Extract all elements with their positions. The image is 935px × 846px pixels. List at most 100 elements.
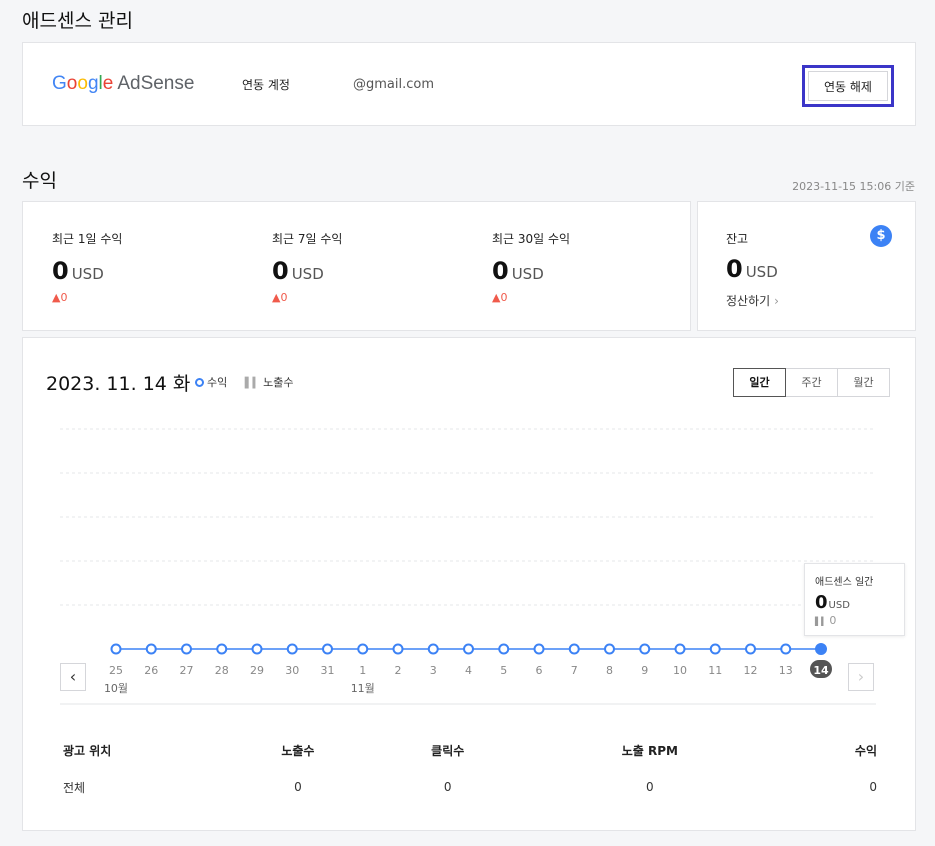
google-adsense-logo: Google AdSense [52,73,195,94]
revenue-point [639,643,651,655]
x-tick-label: 4 [465,664,472,677]
month-label: 11월 [351,682,375,695]
x-tick-label: 13 [779,664,793,677]
revenue-1day-delta: 0 [60,291,68,304]
cell-impressions: 0 [294,780,302,794]
revenue-7day-label: 최근 7일 수익 [272,232,343,246]
revenue-point [604,643,615,655]
x-tick-label: 26 [144,664,158,677]
x-tick-label: 29 [250,664,264,677]
chevron-right-icon: › [774,294,779,308]
as-of-timestamp: 2023-11-15 15:06 기준 [792,180,915,193]
unlink-button[interactable]: 연동 해제 [808,71,888,101]
col-ad-position: 광고 위치 [63,743,112,758]
table-header-row: 광고 위치 노출수 클릭수 노출 RPM 수익 [63,732,877,768]
revenue-summary-card: 최근 1일 수익 0 USD ▲0 최근 7일 수익 0 USD ▲0 최근 30일… [22,201,691,331]
revenue-point [322,643,333,655]
col-impressions: 노출수 [281,743,315,758]
revenue-point [815,643,827,655]
month-label: 10월 [104,682,128,695]
revenue-section-title: 수익 [22,170,57,192]
x-tick-label: 14 [813,664,829,677]
x-tick-label: 10 [673,664,687,677]
revenue-point [392,643,404,655]
revenue-7day-unit: USD [291,265,324,283]
revenue-point [463,643,474,655]
revenue-30day-unit: USD [511,265,544,283]
revenue-point [568,643,580,655]
balance-label: 잔고 [726,232,749,246]
revenue-point [181,643,192,655]
revenue-point [780,643,792,655]
revenue-point [251,643,263,655]
chevron-right-icon: › [857,667,865,686]
bar-chart-icon: ▌▍ [815,617,828,626]
x-tick-label: 3 [430,664,437,677]
tooltip-value: 0 [815,592,828,613]
x-tick-label: 2 [395,664,402,677]
x-tick-label: 9 [641,664,648,677]
x-tick-label: 8 [606,664,613,677]
chart-next-button[interactable]: › [848,663,874,691]
adsense-account-card: Google AdSense 연동 계정 @gmail.com 연동 해제 [22,42,916,126]
revenue-30day-value: 0 [492,257,509,285]
revenue-30day-label: 최근 30일 수익 [492,232,571,246]
x-tick-label: 12 [744,664,758,677]
x-tick-label: 28 [215,664,229,677]
x-tick-label: 1 [359,664,366,677]
revenue-1day-value: 0 [52,257,69,285]
revenue-1day-unit: USD [71,265,104,283]
x-tick-label: 5 [500,664,507,677]
revenue-point [145,643,157,655]
tooltip-unit: USD [828,600,850,611]
col-rpm: 노출 RPM [621,743,678,758]
x-tick-label: 11 [708,664,722,677]
revenue-7day-delta: 0 [280,291,288,304]
x-tick-label: 31 [321,664,335,677]
linked-account-label: 연동 계정 [242,78,290,92]
table-row: 전체 0 0 0 0 [63,768,877,806]
daily-chart-card: 2023. 11. 14 화 수익 ▌▍ 노출수 일간 주간 월간 25 26 27 2… [22,337,916,831]
revenue-point [427,643,439,655]
revenue-30day-delta: 0 [500,291,508,304]
dollar-icon: $ [870,225,892,247]
revenue-1day: 최근 1일 수익 0 USD ▲0 [52,230,122,304]
revenue-point [286,643,298,655]
cell-ad-position: 전체 [63,780,86,795]
cell-rpm: 0 [646,780,654,794]
revenue-7day: 최근 7일 수익 0 USD ▲0 [272,230,342,304]
revenue-point [674,643,686,655]
unlink-button-highlight: 연동 해제 [802,65,894,107]
chart-prev-button[interactable]: ‹ [60,663,86,691]
settle-link[interactable]: 정산하기 › [726,292,779,309]
revenue-point [110,643,122,655]
tab-daily[interactable]: 일간 [733,368,786,397]
balance-card: 잔고 $ 0 USD 정산하기 › [697,201,916,331]
revenue-1day-label: 최근 1일 수익 [52,232,123,246]
chevron-left-icon: ‹ [69,667,77,686]
cell-clicks: 0 [443,780,452,794]
x-tick-label: 30 [285,664,299,677]
x-tick-label: 6 [536,664,543,677]
tooltip-impressions: 0 [829,614,837,627]
cell-revenue: 0 [869,780,877,794]
balance-unit: USD [745,263,778,281]
revenue-point [709,643,721,655]
settle-label: 정산하기 [726,294,771,308]
page-title: 애드센스 관리 [22,10,133,32]
col-clicks: 클릭수 [431,743,465,758]
revenue-7day-value: 0 [272,257,289,285]
x-tick-label: 27 [180,664,194,677]
report-table: 광고 위치 노출수 클릭수 노출 RPM 수익 전체 0 0 0 0 [63,732,877,806]
revenue-point [498,643,510,655]
chart-tooltip: 애드센스 일간 0USD ▌▍ 0 [804,563,905,636]
col-revenue: 수익 [854,743,877,758]
revenue-point [357,643,369,655]
x-tick-label: 7 [571,664,578,677]
tooltip-title: 애드센스 일간 [815,577,874,588]
linked-account-email: @gmail.com [353,77,435,92]
revenue-30day: 최근 30일 수익 0 USD ▲0 [492,230,570,304]
revenue-point [533,643,545,655]
x-tick-label: 25 [109,664,123,677]
revenue-point [745,643,756,655]
